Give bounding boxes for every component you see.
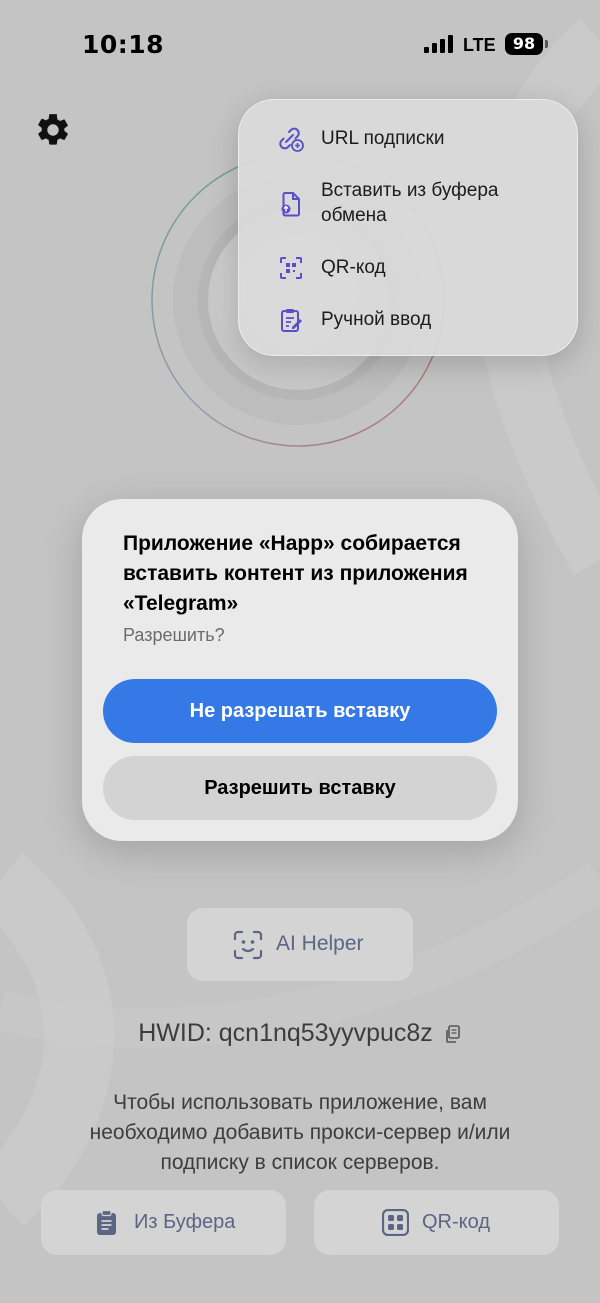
- copy-icon[interactable]: [444, 1024, 462, 1044]
- from-clipboard-label: Из Буфера: [134, 1211, 236, 1233]
- clipboard-icon: [97, 1209, 116, 1235]
- menu-item-manual-input[interactable]: Ручной ввод: [239, 305, 579, 335]
- menu-item-label: Ручной ввод: [321, 309, 432, 330]
- qr-code-icon: [382, 1209, 409, 1236]
- face-scan-icon: [233, 930, 263, 960]
- qr-code-button[interactable]: QR-код: [314, 1190, 559, 1255]
- hwid-text: HWID: qcn1nq53yyvpuc8z: [138, 1019, 433, 1047]
- empty-state-message: Чтобы использовать приложение, вам необх…: [89, 1091, 511, 1174]
- clipboard-edit-icon: [281, 309, 302, 332]
- menu-item-label: Вставить из буфера обмена: [321, 180, 499, 226]
- qr-scan-icon: [280, 257, 302, 279]
- signal-strength-icon: [424, 35, 454, 53]
- battery-icon: 98: [505, 33, 543, 55]
- menu-item-qr-code[interactable]: QR-код: [239, 253, 579, 283]
- menu-item-subscription-url[interactable]: URL подписки: [239, 124, 579, 154]
- link-plus-icon: [279, 127, 304, 152]
- add-server-menu: URL подписки Вставить из буфера обмена Q…: [238, 99, 578, 356]
- network-type: LTE: [463, 35, 496, 55]
- menu-item-paste-clipboard[interactable]: Вставить из буфера обмена: [239, 176, 579, 230]
- from-clipboard-button[interactable]: Из Буфера: [41, 1190, 286, 1255]
- ai-helper-button[interactable]: AI Helper: [187, 908, 413, 981]
- menu-item-label: QR-код: [321, 257, 386, 278]
- dialog-title: Приложение «Happ» собирается вставить ко…: [123, 532, 468, 615]
- paste-permission-dialog: Приложение «Happ» собирается вставить ко…: [82, 499, 518, 841]
- deny-paste-button[interactable]: Не разрешать вставку: [103, 679, 497, 743]
- allow-paste-button[interactable]: Разрешить вставку: [103, 756, 497, 820]
- qr-code-label: QR-код: [422, 1211, 490, 1233]
- status-bar: 10:18 LTE 98: [0, 0, 600, 90]
- dialog-subtitle: Разрешить?: [123, 625, 225, 645]
- ai-helper-label: AI Helper: [276, 932, 364, 955]
- settings-gear-icon[interactable]: [34, 111, 72, 149]
- hwid-row[interactable]: HWID: qcn1nq53yyvpuc8z: [0, 1019, 600, 1048]
- battery-tip: [545, 40, 548, 48]
- file-upload-icon: [281, 192, 300, 217]
- status-time: 10:18: [82, 30, 165, 59]
- menu-item-label: URL подписки: [321, 128, 445, 149]
